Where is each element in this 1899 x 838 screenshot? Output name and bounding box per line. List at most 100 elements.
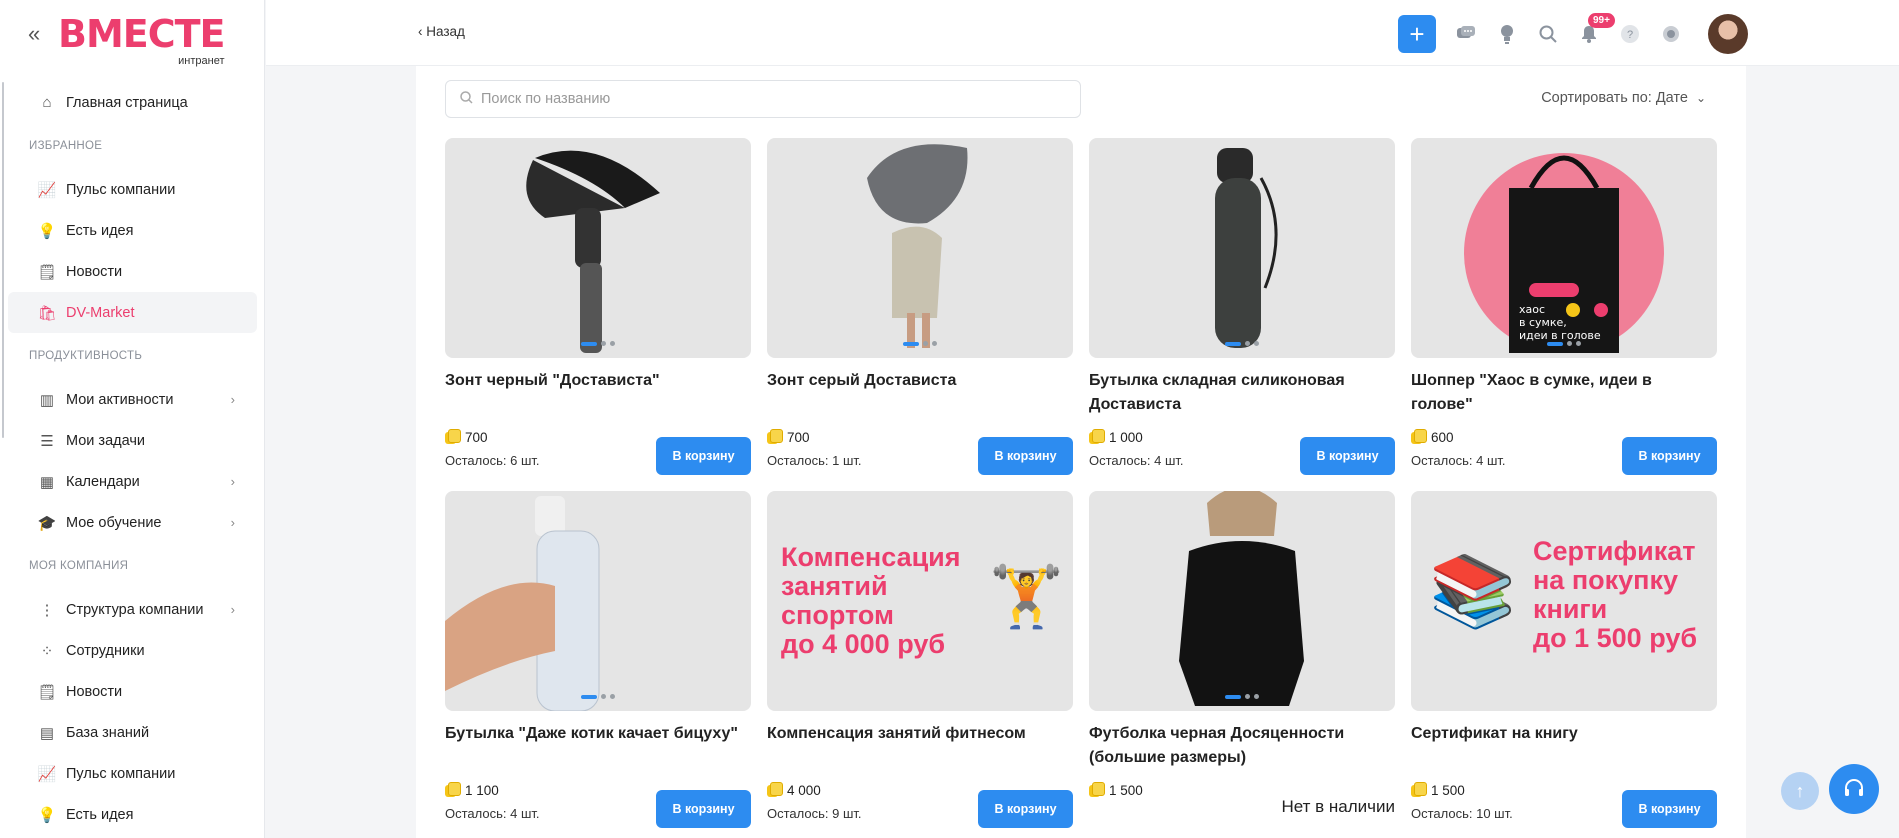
product-title[interactable]: Зонт серый Достависта bbox=[767, 369, 1073, 417]
product-image[interactable] bbox=[1089, 491, 1395, 711]
image-carousel-dots[interactable] bbox=[1225, 341, 1259, 346]
sidebar-item[interactable]: 💡 Есть идея bbox=[8, 210, 257, 251]
product-card[interactable]: хаос в сумке, идеи в голове Шоппер "Хаос в … bbox=[1411, 138, 1717, 475]
carousel-dot-active[interactable] bbox=[1547, 341, 1563, 346]
carousel-dot[interactable] bbox=[1245, 341, 1250, 346]
product-image[interactable]: Сертификат на покупку книги до 1 500 руб 📚 bbox=[1411, 491, 1717, 711]
add-to-cart-button[interactable]: В корзину bbox=[978, 437, 1073, 475]
carousel-dot[interactable] bbox=[610, 341, 615, 346]
product-title[interactable]: Компенсация занятий фитнесом bbox=[767, 722, 1073, 770]
chevron-right-icon: › bbox=[230, 515, 235, 530]
chat-icon[interactable] bbox=[1455, 23, 1477, 45]
add-to-cart-button[interactable]: В корзину bbox=[656, 790, 751, 828]
sidebar-item-home[interactable]: ⌂ Главная страница bbox=[8, 82, 257, 123]
carousel-dot[interactable] bbox=[923, 341, 928, 346]
image-carousel-dots[interactable] bbox=[1225, 694, 1259, 699]
product-card[interactable]: Футболка черная Досяценности (большие ра… bbox=[1089, 491, 1395, 816]
carousel-dot-active[interactable] bbox=[581, 694, 597, 699]
chevron-right-icon: › bbox=[230, 392, 235, 407]
image-carousel-dots[interactable] bbox=[581, 694, 615, 699]
carousel-dot[interactable] bbox=[1254, 341, 1259, 346]
product-card[interactable]: Сертификат на покупку книги до 1 500 руб 📚 Се… bbox=[1411, 491, 1717, 828]
product-image[interactable] bbox=[445, 491, 751, 711]
product-image[interactable]: Компенсация занятий спортом до 4 000 руб 🏋 bbox=[767, 491, 1073, 711]
support-headset-button[interactable] bbox=[1829, 764, 1879, 814]
promo-line: книги bbox=[1533, 594, 1608, 624]
sidebar-item[interactable]: 🗒 Новости bbox=[8, 671, 257, 712]
search-icon[interactable] bbox=[1537, 23, 1559, 45]
collapse-sidebar-icon[interactable]: « bbox=[28, 21, 48, 47]
image-carousel-dots[interactable] bbox=[581, 341, 615, 346]
product-title[interactable]: Бутылка складная силиконовая Достависта bbox=[1089, 369, 1395, 417]
product-title[interactable]: Шоппер "Хаос в сумке, идеи в голове" bbox=[1411, 369, 1717, 417]
carousel-dot-active[interactable] bbox=[1225, 694, 1241, 699]
help-icon[interactable]: ? bbox=[1619, 23, 1641, 45]
sidebar-item-label: Календари bbox=[66, 473, 140, 490]
product-card[interactable]: Бутылка складная силиконовая Достависта 1… bbox=[1089, 138, 1395, 475]
carousel-dot[interactable] bbox=[601, 341, 606, 346]
carousel-dot[interactable] bbox=[1576, 341, 1581, 346]
add-to-cart-button[interactable]: В корзину bbox=[1300, 437, 1395, 475]
logo[interactable]: ВМЕСТЕ интранет bbox=[58, 15, 226, 67]
sort-dropdown[interactable]: Сортировать по: Дате ⌄ bbox=[1541, 90, 1706, 106]
add-to-cart-button[interactable]: В корзину bbox=[1622, 790, 1717, 828]
sidebar-section-title: ИЗБРАННОЕ bbox=[29, 140, 103, 152]
image-carousel-dots[interactable] bbox=[903, 341, 937, 346]
sidebar-item[interactable]: ▤ База знаний bbox=[8, 712, 257, 753]
image-carousel-dots[interactable] bbox=[1547, 341, 1581, 346]
sidebar-item[interactable]: ☰ Мои задачи bbox=[8, 420, 257, 461]
carousel-dot[interactable] bbox=[1567, 341, 1572, 346]
sidebar-item[interactable]: 📈 Пульс компании bbox=[8, 169, 257, 210]
product-title[interactable]: Сертификат на книгу bbox=[1411, 722, 1717, 770]
carousel-dot[interactable] bbox=[601, 694, 606, 699]
sidebar-item[interactable]: 💡 Есть идея bbox=[8, 794, 257, 835]
scroll-to-top-button[interactable]: ↑ bbox=[1781, 772, 1819, 810]
product-title[interactable]: Бутылка "Даже котик качает бицуху" bbox=[445, 722, 751, 770]
add-to-cart-button[interactable]: В корзину bbox=[656, 437, 751, 475]
sidebar-item[interactable]: 🎓 Мое обучение › bbox=[8, 502, 257, 543]
create-button[interactable]: + bbox=[1398, 15, 1436, 53]
search-input[interactable]: Поиск по названию bbox=[445, 80, 1081, 118]
sidebar-item[interactable]: 📈 Пульс компании bbox=[8, 753, 257, 794]
out-of-stock-label: Нет в наличии bbox=[1281, 797, 1395, 816]
notifications-bell-icon[interactable]: 99+ bbox=[1578, 13, 1615, 45]
sidebar-item[interactable]: ▦ Календари › bbox=[8, 461, 257, 502]
product-image[interactable]: хаос в сумке, идеи в голове bbox=[1411, 138, 1717, 358]
back-link[interactable]: ‹ Назад bbox=[418, 24, 465, 39]
logo-row: « ВМЕСТЕ интранет bbox=[0, 0, 264, 68]
sidebar-item-label: DV-Market bbox=[66, 304, 135, 321]
promo-image-text: Сертификат на покупку книги до 1 500 руб bbox=[1533, 537, 1697, 653]
product-image[interactable] bbox=[1089, 138, 1395, 358]
product-card[interactable]: Зонт черный "Достависта" 700 Осталось: 6 ш… bbox=[445, 138, 751, 475]
carousel-dot-active[interactable] bbox=[581, 341, 597, 346]
sidebar-item[interactable]: ▥ Мои активности › bbox=[8, 379, 257, 420]
carousel-dot[interactable] bbox=[1254, 694, 1259, 699]
sidebar-item[interactable]: ⋮ Структура компании › bbox=[8, 589, 257, 630]
sidebar-item-label: Мое обучение bbox=[66, 514, 162, 531]
coins-icon bbox=[1089, 782, 1105, 798]
product-title[interactable]: Футболка черная Досяценности (большие ра… bbox=[1089, 722, 1395, 770]
product-image[interactable] bbox=[767, 138, 1073, 358]
carousel-dot[interactable] bbox=[610, 694, 615, 699]
product-image[interactable] bbox=[445, 138, 751, 358]
bag-print-text: хаос bbox=[1519, 303, 1545, 316]
carousel-dot[interactable] bbox=[932, 341, 937, 346]
product-title[interactable]: Зонт черный "Достависта" bbox=[445, 369, 751, 417]
product-card[interactable]: Зонт серый Достависта 700 Осталось: 1 шт. В… bbox=[767, 138, 1073, 475]
chevron-right-icon: › bbox=[230, 474, 235, 489]
idea-bulb-icon[interactable] bbox=[1496, 23, 1518, 45]
header-actions: + 99+ ? bbox=[1398, 13, 1748, 54]
carousel-dot-active[interactable] bbox=[1225, 341, 1241, 346]
sidebar-item-label: Структура компании bbox=[66, 601, 204, 618]
product-card[interactable]: Бутылка "Даже котик качает бицуху" 1 100 О… bbox=[445, 491, 751, 828]
settings-gear-icon[interactable] bbox=[1660, 23, 1682, 45]
sidebar-item[interactable]: 🛍 DV-Market bbox=[8, 292, 257, 333]
sidebar-item[interactable]: ⁘ Сотрудники bbox=[8, 630, 257, 671]
sidebar-item[interactable]: 🗒 Новости bbox=[8, 251, 257, 292]
carousel-dot-active[interactable] bbox=[903, 341, 919, 346]
add-to-cart-button[interactable]: В корзину bbox=[978, 790, 1073, 828]
user-avatar[interactable] bbox=[1708, 14, 1748, 54]
carousel-dot[interactable] bbox=[1245, 694, 1250, 699]
product-card[interactable]: Компенсация занятий спортом до 4 000 руб 🏋 Ко… bbox=[767, 491, 1073, 828]
add-to-cart-button[interactable]: В корзину bbox=[1622, 437, 1717, 475]
